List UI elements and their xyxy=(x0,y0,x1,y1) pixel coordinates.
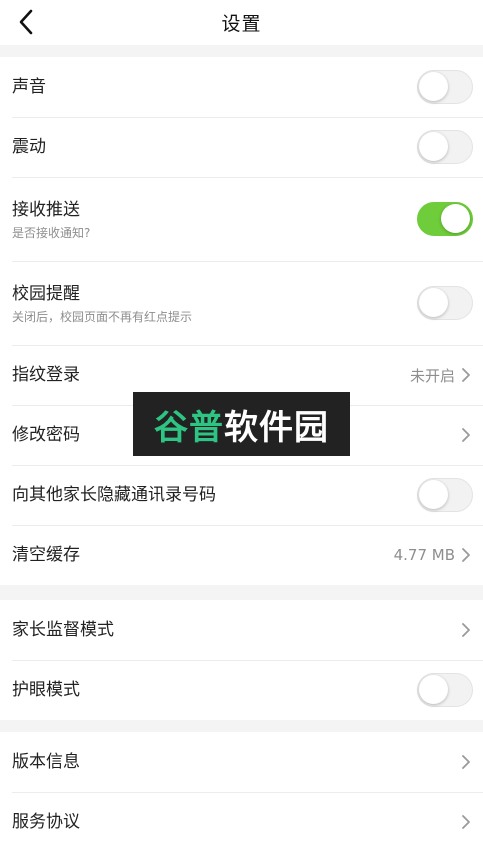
setting-label: 指纹登录 xyxy=(12,365,80,385)
vibration-toggle[interactable] xyxy=(417,130,473,164)
chevron-right-icon xyxy=(462,623,470,637)
chevron-right-icon xyxy=(462,548,470,562)
setting-row-hide-contacts: 向其他家长隐藏通讯录号码 xyxy=(0,465,483,525)
setting-label: 家长监督模式 xyxy=(12,620,114,640)
toggle-knob xyxy=(419,480,448,509)
toggle-knob xyxy=(419,132,448,161)
setting-row-eye-mode: 护眼模式 xyxy=(0,660,483,720)
back-button[interactable] xyxy=(8,4,44,40)
setting-label: 接收推送 xyxy=(12,199,80,220)
chevron-right-icon xyxy=(462,815,470,829)
settings-section-general: 声音 震动 接收推送 是否接收通知? 校园提醒 关闭后，校园页面不再有红点提示 … xyxy=(0,57,483,585)
setting-value: 4.77 MB xyxy=(393,546,455,564)
setting-row-parental-mode[interactable]: 家长监督模式 xyxy=(0,600,483,660)
setting-label: 震动 xyxy=(12,137,46,157)
setting-label: 声音 xyxy=(12,77,46,97)
header-bar: 设置 xyxy=(0,0,483,45)
campus-reminder-toggle[interactable] xyxy=(417,286,473,320)
setting-row-service[interactable]: 服务协议 xyxy=(0,792,483,848)
setting-label: 修改密码 xyxy=(12,425,80,445)
setting-row-vibration: 震动 xyxy=(0,117,483,177)
setting-label: 校园提醒 xyxy=(12,283,80,304)
setting-value: 未开启 xyxy=(409,366,455,385)
chevron-right-icon xyxy=(462,755,470,769)
setting-label: 服务协议 xyxy=(12,812,80,832)
setting-row-campus-reminder: 校园提醒 关闭后，校园页面不再有红点提示 xyxy=(0,261,483,345)
toggle-knob xyxy=(419,288,448,317)
hide-contacts-toggle[interactable] xyxy=(417,478,473,512)
setting-label: 护眼模式 xyxy=(12,680,80,700)
setting-row-version[interactable]: 版本信息 xyxy=(0,732,483,792)
setting-label: 向其他家长隐藏通讯录号码 xyxy=(12,485,216,505)
sound-toggle[interactable] xyxy=(417,70,473,104)
toggle-knob xyxy=(419,675,448,704)
settings-section-modes: 家长监督模式 护眼模式 xyxy=(0,600,483,720)
watermark-logo: 谷普 软件园 xyxy=(133,392,350,456)
settings-section-about: 版本信息 服务协议 xyxy=(0,732,483,848)
chevron-right-icon xyxy=(462,368,470,382)
toggle-knob xyxy=(441,204,470,233)
setting-label: 清空缓存 xyxy=(12,545,80,565)
watermark-text-white: 软件园 xyxy=(224,407,329,448)
watermark-text-green: 谷普 xyxy=(154,407,224,448)
chevron-right-icon xyxy=(462,428,470,442)
setting-row-clear-cache[interactable]: 清空缓存 4.77 MB xyxy=(0,525,483,585)
page-title: 设置 xyxy=(221,13,262,35)
setting-row-sound: 声音 xyxy=(0,57,483,117)
setting-label: 版本信息 xyxy=(12,752,80,772)
eye-mode-toggle[interactable] xyxy=(417,673,473,707)
push-toggle[interactable] xyxy=(417,202,473,236)
toggle-knob xyxy=(419,72,448,101)
setting-subtitle: 是否接收通知? xyxy=(12,225,91,240)
setting-row-push: 接收推送 是否接收通知? xyxy=(0,177,483,261)
setting-subtitle: 关闭后，校园页面不再有红点提示 xyxy=(12,309,193,324)
chevron-left-icon xyxy=(19,9,33,35)
